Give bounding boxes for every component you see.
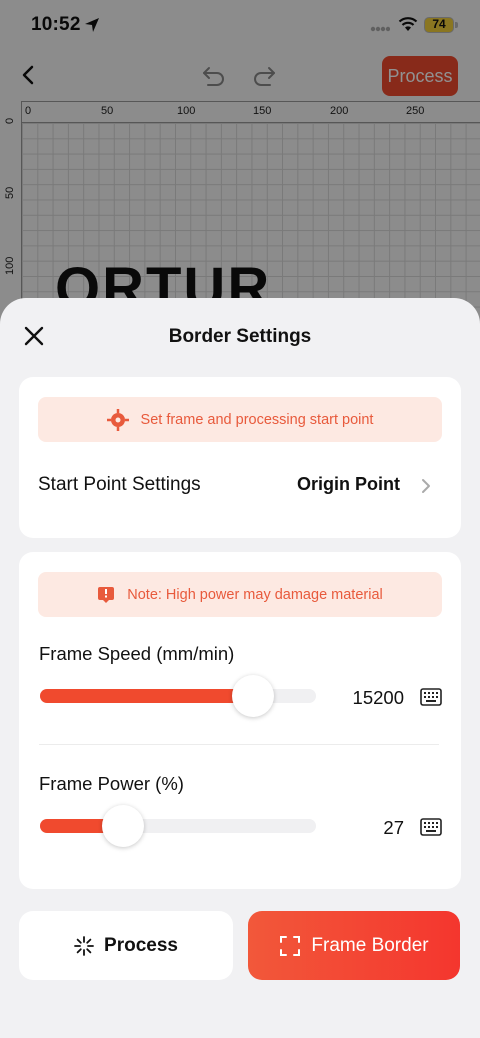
process-button[interactable]: Process bbox=[19, 911, 233, 980]
frame-speed-fill bbox=[40, 689, 253, 703]
frame-power-value: 27 bbox=[383, 817, 404, 838]
process-button-label: Process bbox=[104, 934, 178, 956]
keyboard-icon[interactable] bbox=[420, 818, 442, 836]
sheet-header: Border Settings bbox=[0, 298, 480, 374]
start-point-value[interactable]: Origin Point bbox=[297, 474, 400, 495]
divider bbox=[39, 744, 439, 745]
start-point-notice-text: Set frame and processing start point bbox=[140, 411, 374, 428]
power-warning-text: Note: High power may damage material bbox=[127, 586, 383, 603]
frame-corners-icon bbox=[280, 935, 301, 956]
frame-speed-slider[interactable] bbox=[40, 675, 316, 717]
start-point-notice: Set frame and processing start point bbox=[38, 397, 442, 442]
frame-border-button[interactable]: Frame Border bbox=[248, 911, 460, 980]
warning-icon bbox=[98, 586, 115, 603]
keyboard-icon[interactable] bbox=[420, 688, 442, 706]
start-point-card: Set frame and processing start point Sta… bbox=[19, 377, 461, 538]
frame-settings-card: Note: High power may damage material Fra… bbox=[19, 552, 461, 889]
sparkle-icon bbox=[74, 935, 94, 956]
sheet-title: Border Settings bbox=[168, 326, 312, 347]
power-warning-notice: Note: High power may damage material bbox=[38, 572, 442, 617]
frame-border-button-label: Frame Border bbox=[311, 934, 429, 956]
frame-speed-label: Frame Speed (mm/min) bbox=[39, 643, 235, 664]
border-settings-sheet: Border Settings Set frame and processing… bbox=[0, 298, 480, 1038]
frame-power-thumb[interactable] bbox=[101, 805, 144, 847]
frame-speed-thumb[interactable] bbox=[231, 675, 274, 717]
start-point-label[interactable]: Start Point Settings bbox=[38, 474, 201, 496]
frame-speed-value: 15200 bbox=[352, 687, 404, 708]
crosshair-target-icon bbox=[106, 408, 129, 431]
frame-power-label: Frame Power (%) bbox=[39, 773, 184, 794]
frame-power-slider[interactable] bbox=[40, 805, 316, 847]
chevron-right-icon[interactable] bbox=[421, 478, 431, 494]
